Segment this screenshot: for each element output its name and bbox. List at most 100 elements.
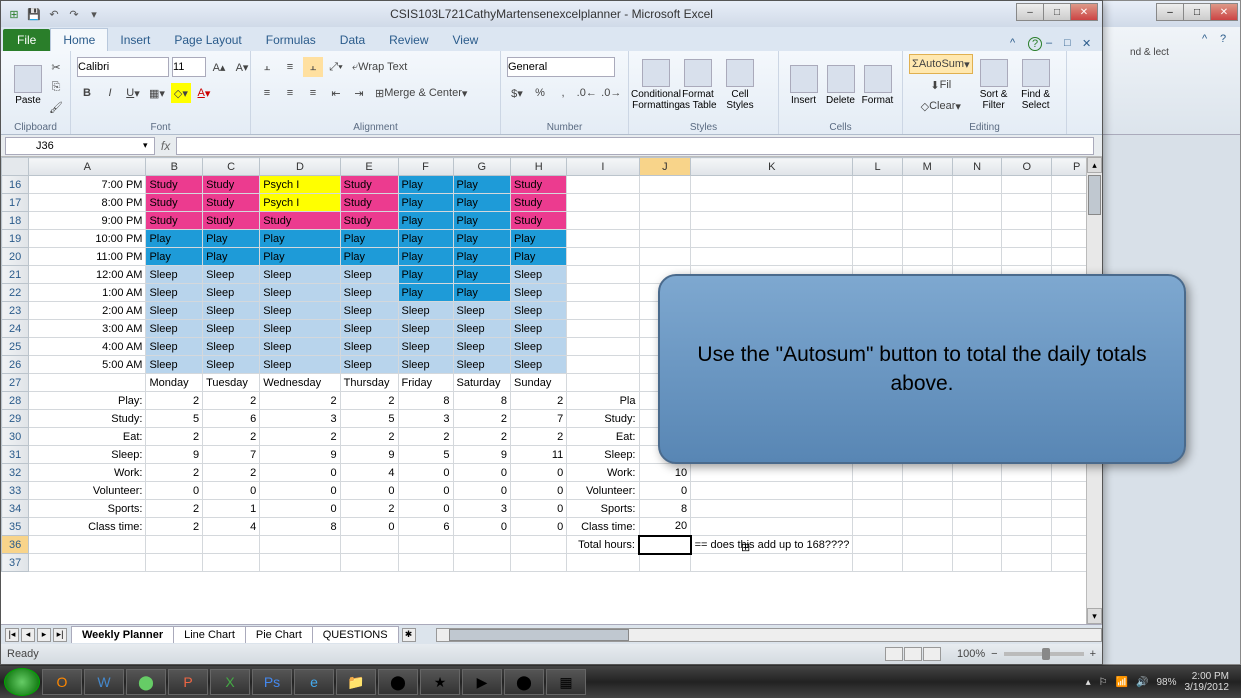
cell-E36[interactable] — [340, 536, 398, 554]
undo-icon[interactable]: ↶ — [45, 5, 63, 23]
row-header-27[interactable]: 27 — [2, 374, 29, 392]
cell-F29[interactable]: 3 — [398, 410, 453, 428]
cell-D20[interactable]: Play — [260, 248, 340, 266]
cell-I27[interactable] — [567, 374, 639, 392]
cell-C16[interactable]: Study — [203, 176, 260, 194]
row-header-25[interactable]: 25 — [2, 338, 29, 356]
cell-J33[interactable]: 0 — [639, 482, 691, 500]
cell-E25[interactable]: Sleep — [340, 338, 398, 356]
smart-tag-icon[interactable]: ⊞ — [741, 541, 750, 554]
cell-N18[interactable] — [952, 212, 1002, 230]
cell-H18[interactable]: Study — [511, 212, 567, 230]
font-color-button[interactable]: A▾ — [194, 83, 214, 103]
cell-G28[interactable]: 8 — [453, 392, 511, 410]
cell-E24[interactable]: Sleep — [340, 320, 398, 338]
cell-O33[interactable] — [1002, 482, 1052, 500]
page-layout-view-icon[interactable] — [904, 647, 922, 661]
cell-K17[interactable] — [691, 194, 853, 212]
fill-color-button[interactable]: ◇▾ — [171, 83, 191, 103]
cell-O17[interactable] — [1002, 194, 1052, 212]
cell-G36[interactable] — [453, 536, 511, 554]
row-header-21[interactable]: 21 — [2, 266, 29, 284]
col-header-D[interactable]: D — [260, 158, 340, 176]
align-top-icon[interactable]: ⫠ — [257, 57, 277, 77]
cell-M17[interactable] — [902, 194, 952, 212]
cell-C23[interactable]: Sleep — [203, 302, 260, 320]
cell-E22[interactable]: Sleep — [340, 284, 398, 302]
cell-G22[interactable]: Play — [453, 284, 511, 302]
cell-D29[interactable]: 3 — [260, 410, 340, 428]
format-as-table-button[interactable]: Format as Table — [677, 54, 719, 116]
cell-G27[interactable]: Saturday — [453, 374, 511, 392]
cell-M20[interactable] — [902, 248, 952, 266]
cell-F18[interactable]: Play — [398, 212, 453, 230]
cell-D19[interactable]: Play — [260, 230, 340, 248]
cell-G25[interactable]: Sleep — [453, 338, 511, 356]
cell-D28[interactable]: 2 — [260, 392, 340, 410]
cell-D17[interactable]: Psych I — [260, 194, 340, 212]
cell-E37[interactable] — [340, 554, 398, 572]
row-header-18[interactable]: 18 — [2, 212, 29, 230]
cell-J16[interactable] — [639, 176, 691, 194]
cell-D16[interactable]: Psych I — [260, 176, 340, 194]
cell-H35[interactable]: 0 — [511, 518, 567, 536]
cell-B24[interactable]: Sleep — [146, 320, 203, 338]
cell-O36[interactable] — [1002, 536, 1052, 554]
cell-C34[interactable]: 1 — [203, 500, 260, 518]
sheet-tab-pie-chart[interactable]: Pie Chart — [245, 626, 313, 643]
cell-G17[interactable]: Play — [453, 194, 511, 212]
tab-formulas[interactable]: Formulas — [254, 29, 328, 51]
tab-insert[interactable]: Insert — [108, 29, 162, 51]
tray-flag-icon[interactable]: ⚐ — [1099, 677, 1108, 688]
cell-D33[interactable]: 0 — [260, 482, 340, 500]
taskbar-outlook-icon[interactable]: O — [42, 669, 82, 695]
tab-nav-next-icon[interactable]: ▸ — [37, 628, 51, 642]
doc-close-icon[interactable]: ✕ — [1082, 37, 1096, 51]
cell-N36[interactable] — [952, 536, 1002, 554]
insert-cells-button[interactable]: Insert — [785, 54, 822, 116]
cell-F28[interactable]: 8 — [398, 392, 453, 410]
cell-G33[interactable]: 0 — [453, 482, 511, 500]
cell-B18[interactable]: Study — [146, 212, 203, 230]
taskbar-ie-icon[interactable]: e — [294, 669, 334, 695]
taskbar-app3-icon[interactable]: ▶ — [462, 669, 502, 695]
decrease-font-icon[interactable]: A▾ — [232, 57, 252, 77]
cell-A32[interactable]: Work: — [29, 464, 146, 482]
sheet-tab-line-chart[interactable]: Line Chart — [173, 626, 246, 643]
cell-N16[interactable] — [952, 176, 1002, 194]
bg-close-button[interactable]: ✕ — [1210, 3, 1238, 21]
currency-icon[interactable]: $▾ — [507, 83, 527, 103]
cell-K19[interactable] — [691, 230, 853, 248]
cell-E28[interactable]: 2 — [340, 392, 398, 410]
tab-review[interactable]: Review — [377, 29, 440, 51]
tab-nav-last-icon[interactable]: ▸| — [53, 628, 67, 642]
italic-button[interactable]: I — [100, 83, 120, 103]
sheet-tab-questions[interactable]: QUESTIONS — [312, 626, 399, 643]
cell-B31[interactable]: 9 — [146, 446, 203, 464]
indent-inc-icon[interactable]: ⇥ — [349, 83, 369, 103]
cell-I35[interactable]: Class time: — [567, 518, 639, 536]
cell-B27[interactable]: Monday — [146, 374, 203, 392]
format-cells-button[interactable]: Format — [859, 54, 896, 116]
minimize-button[interactable]: – — [1016, 3, 1044, 21]
cell-F24[interactable]: Sleep — [398, 320, 453, 338]
paste-button[interactable]: Paste — [7, 54, 49, 116]
zoom-slider[interactable] — [1004, 652, 1084, 656]
cell-D18[interactable]: Study — [260, 212, 340, 230]
cell-H32[interactable]: 0 — [511, 464, 567, 482]
cell-A31[interactable]: Sleep: — [29, 446, 146, 464]
cell-L16[interactable] — [853, 176, 902, 194]
cell-G29[interactable]: 2 — [453, 410, 511, 428]
cell-N33[interactable] — [952, 482, 1002, 500]
cell-O32[interactable] — [1002, 464, 1052, 482]
cell-I19[interactable] — [567, 230, 639, 248]
row-header-30[interactable]: 30 — [2, 428, 29, 446]
fill-button[interactable]: ⬇ Fil — [909, 75, 973, 95]
tab-nav-first-icon[interactable]: |◂ — [5, 628, 19, 642]
cell-G30[interactable]: 2 — [453, 428, 511, 446]
cut-icon[interactable]: ✂ — [46, 57, 66, 77]
cell-K34[interactable] — [691, 500, 853, 518]
col-header-E[interactable]: E — [340, 158, 398, 176]
col-header-K[interactable]: K — [691, 158, 853, 176]
cell-B16[interactable]: Study — [146, 176, 203, 194]
